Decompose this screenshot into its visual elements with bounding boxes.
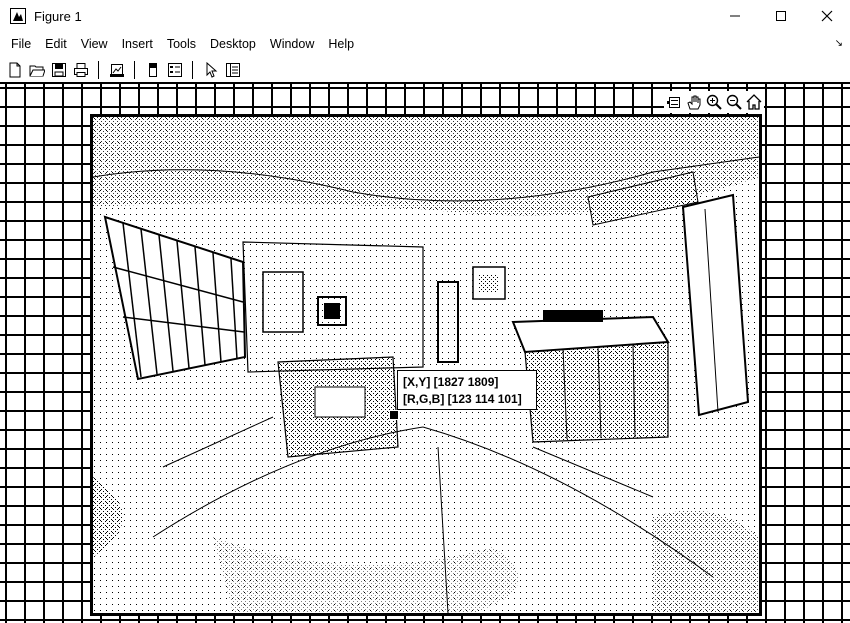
property-inspector-button[interactable]: [224, 61, 242, 79]
edit-plot-icon: [206, 62, 218, 78]
menu-insert[interactable]: Insert: [115, 37, 160, 51]
zoom-out-icon: [726, 94, 742, 110]
menu-help[interactable]: Help: [321, 37, 361, 51]
axes-toolbar: [664, 91, 764, 113]
menu-window[interactable]: Window: [263, 37, 321, 51]
kitchen-image: [93, 117, 759, 613]
close-button[interactable]: [804, 0, 850, 32]
print-icon: [74, 63, 88, 77]
maximize-icon: [776, 11, 786, 21]
title-bar: Figure 1: [0, 0, 850, 32]
menu-desktop[interactable]: Desktop: [203, 37, 263, 51]
open-file-icon: [29, 65, 45, 77]
toolbar-separator: [134, 61, 135, 79]
insert-colorbar-icon: [149, 63, 157, 77]
save-icon: [52, 63, 66, 77]
insert-legend-icon: [168, 63, 182, 77]
datatip-rgb: [R,G,B] [123 114 101]: [403, 392, 522, 406]
minimize-button[interactable]: [712, 0, 758, 32]
datatip[interactable]: [X,Y] [1827 1809] [R,G,B] [123 114 101]: [397, 370, 537, 410]
zoom-in-icon: [706, 94, 722, 110]
property-inspector-icon: [226, 63, 240, 77]
save-button[interactable]: [50, 61, 68, 79]
image-display[interactable]: [90, 114, 762, 616]
datatip-marker[interactable]: [389, 410, 399, 420]
window-title: Figure 1: [34, 8, 82, 24]
datatip-position: [X,Y] [1827 1809]: [403, 375, 499, 389]
insert-colorbar-button[interactable]: [144, 61, 162, 79]
data-tips-icon: [667, 97, 680, 108]
menu-edit[interactable]: Edit: [38, 37, 74, 51]
print-button[interactable]: [72, 61, 90, 79]
menu-tools[interactable]: Tools: [160, 37, 203, 51]
menu-file[interactable]: File: [0, 37, 38, 51]
figure-app-icon: [10, 8, 26, 24]
link-plot-icon: [110, 64, 124, 77]
figure-toolbar: [0, 58, 850, 83]
new-figure-button[interactable]: [6, 61, 24, 79]
toolbar-separator: [98, 61, 99, 79]
toolbar-separator: [192, 61, 193, 79]
zoom-out-button[interactable]: [724, 92, 744, 112]
insert-legend-button[interactable]: [166, 61, 184, 79]
link-plot-button[interactable]: [108, 61, 126, 79]
menu-view[interactable]: View: [74, 37, 115, 51]
close-icon: [821, 10, 833, 22]
zoom-in-button[interactable]: [704, 92, 724, 112]
pan-button[interactable]: [684, 92, 704, 112]
restore-view-button[interactable]: [744, 92, 764, 112]
pan-icon: [687, 95, 701, 110]
menu-bar: File Edit View Insert Tools Desktop Wind…: [0, 33, 850, 55]
maximize-button[interactable]: [758, 0, 804, 32]
restore-view-icon: [746, 94, 762, 110]
dock-arrow-icon[interactable]: ↘: [835, 38, 843, 49]
open-file-button[interactable]: [28, 61, 46, 79]
minimize-icon: [730, 15, 740, 17]
new-figure-icon: [9, 62, 21, 78]
edit-plot-button[interactable]: [202, 61, 220, 79]
data-tips-button[interactable]: [664, 92, 684, 112]
